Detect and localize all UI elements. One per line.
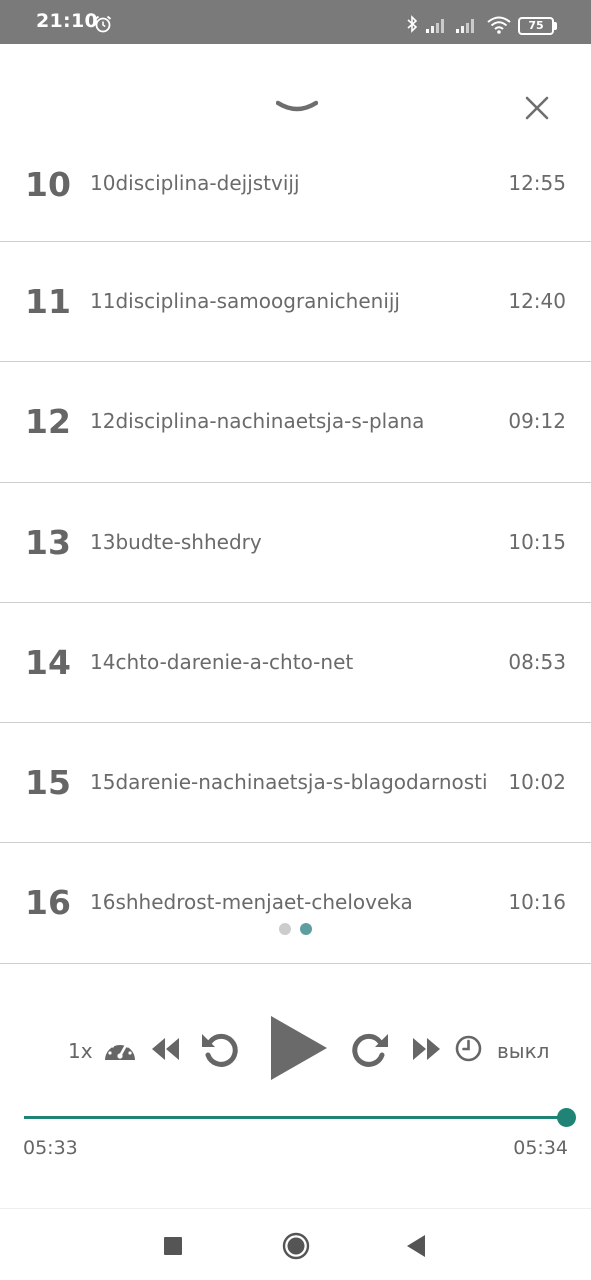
back-triangle-icon[interactable] xyxy=(406,1234,426,1258)
alarm-clock-icon xyxy=(94,15,112,33)
recents-square-icon[interactable] xyxy=(164,1237,182,1255)
track-number: 12 xyxy=(25,402,71,442)
player-controls: 1x выкл xyxy=(0,1010,591,1090)
status-time: 21:10 xyxy=(36,10,98,32)
track-title: 10disciplina-dejjstvijj xyxy=(90,171,300,195)
track-duration: 10:16 xyxy=(508,890,566,915)
track-row[interactable]: 11 11disciplina-samoogranichenijj 12:40 xyxy=(0,242,591,363)
signal-icon xyxy=(456,19,474,33)
track-duration: 10:15 xyxy=(508,529,566,554)
track-title: 12disciplina-nachinaetsja-s-plana xyxy=(90,409,425,434)
status-bar: 21:10 75 xyxy=(0,0,591,44)
progress-thumb[interactable] xyxy=(557,1108,577,1127)
track-number: 13 xyxy=(25,522,71,562)
track-number: 15 xyxy=(25,763,71,803)
track-title: 13budte-shhedry xyxy=(90,529,262,554)
track-duration: 10:02 xyxy=(508,770,566,795)
page-dot-active[interactable] xyxy=(300,923,312,935)
page-indicator xyxy=(278,923,318,937)
track-duration: 08:53 xyxy=(508,649,566,674)
speed-label[interactable]: 1x xyxy=(68,1039,93,1063)
track-number: 14 xyxy=(25,642,71,682)
track-title: 11disciplina-samoogranichenijj xyxy=(90,289,400,313)
skip-back-icon[interactable] xyxy=(150,1035,182,1063)
battery-level: 75 xyxy=(518,17,554,35)
track-row[interactable]: 16 16shhedrost-menjaet-cheloveka 10:16 xyxy=(0,843,591,964)
play-icon[interactable] xyxy=(268,1014,330,1082)
track-row[interactable]: 13 13budte-shhedry 10:15 xyxy=(0,483,591,603)
sleep-timer-label[interactable]: выкл xyxy=(497,1039,549,1063)
total-time: 05:34 xyxy=(513,1137,568,1159)
speedometer-icon[interactable] xyxy=(103,1034,137,1062)
timer-icon[interactable] xyxy=(455,1035,482,1062)
bluetooth-icon xyxy=(407,15,418,33)
chevron-down-icon[interactable] xyxy=(276,99,318,119)
track-title: 16shhedrost-menjaet-cheloveka xyxy=(90,890,413,915)
track-row[interactable]: 14 14chto-darenie-a-chto-net 08:53 xyxy=(0,603,591,724)
track-duration: 09:12 xyxy=(508,409,566,434)
track-number: 10 xyxy=(25,165,71,204)
page-dot-inactive[interactable] xyxy=(279,923,291,935)
track-duration: 12:40 xyxy=(508,289,566,313)
track-duration: 12:55 xyxy=(508,171,566,195)
track-number: 16 xyxy=(25,883,71,923)
wifi-icon xyxy=(487,16,511,34)
progress-slider[interactable] xyxy=(24,1108,577,1128)
track-number: 11 xyxy=(25,282,71,321)
battery-tip xyxy=(554,22,557,30)
track-row[interactable]: 10 10disciplina-dejjstvijj 12:55 xyxy=(0,123,591,242)
track-list: 10 10disciplina-dejjstvijj 12:55 11 11di… xyxy=(0,123,591,964)
track-row[interactable]: 12 12disciplina-nachinaetsja-s-plana 09:… xyxy=(0,362,591,483)
progress-fill xyxy=(24,1116,567,1119)
track-title: 14chto-darenie-a-chto-net xyxy=(90,649,354,674)
forward-icon[interactable] xyxy=(350,1030,390,1068)
battery-icon: 75 xyxy=(518,17,558,35)
track-row[interactable]: 15 15darenie-nachinaetsja-s-blagodarnost… xyxy=(0,723,591,844)
replay-icon[interactable] xyxy=(200,1030,240,1068)
close-icon[interactable] xyxy=(524,95,550,121)
home-circle-icon[interactable] xyxy=(282,1232,310,1260)
signal-icon xyxy=(426,19,444,33)
system-nav-bar xyxy=(0,1208,591,1280)
elapsed-time: 05:33 xyxy=(23,1137,78,1159)
skip-forward-icon[interactable] xyxy=(410,1035,442,1063)
track-title: 15darenie-nachinaetsja-s-blagodarnosti xyxy=(90,770,488,795)
